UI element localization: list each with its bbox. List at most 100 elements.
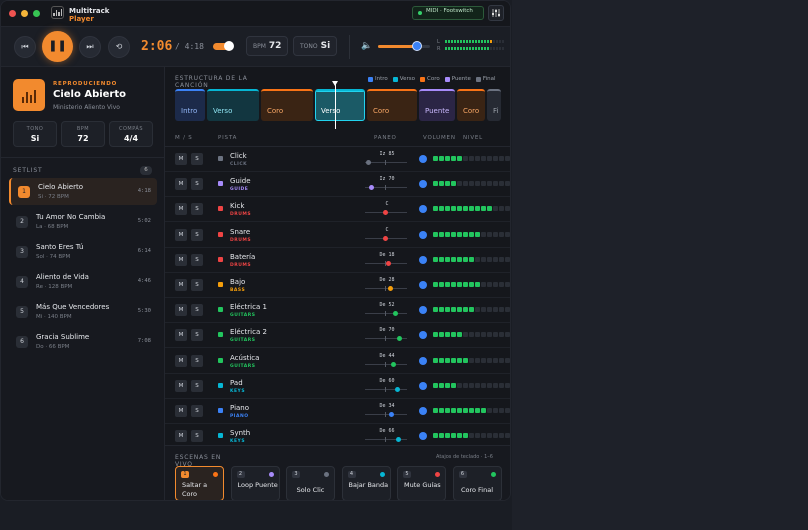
track-volume-knob[interactable] xyxy=(419,255,427,264)
pan-handle[interactable] xyxy=(392,311,398,317)
track-volume-knob[interactable] xyxy=(419,331,427,340)
scene-button[interactable]: 3 Solo Clic xyxy=(286,466,335,500)
pan-handle[interactable] xyxy=(382,235,388,241)
pan-handle[interactable] xyxy=(396,336,402,342)
solo-button[interactable]: S xyxy=(191,253,203,266)
track-volume-knob[interactable] xyxy=(419,205,427,214)
mute-button[interactable]: M xyxy=(175,405,187,417)
mute-button[interactable]: M xyxy=(175,279,187,291)
mute-button[interactable]: M xyxy=(175,304,187,317)
scene-button[interactable]: 6 Coro Final xyxy=(452,466,502,500)
section-intro[interactable]: Intro xyxy=(175,89,205,121)
section-coro[interactable]: Coro xyxy=(261,89,313,121)
pan-slider[interactable] xyxy=(365,361,407,367)
mute-button[interactable]: M xyxy=(175,329,187,342)
track-volume-knob[interactable] xyxy=(419,180,427,189)
pan-handle[interactable] xyxy=(395,437,401,443)
pan-handle[interactable] xyxy=(365,160,371,165)
section-final[interactable]: Fi xyxy=(487,89,501,121)
pan-slider[interactable] xyxy=(365,160,407,165)
mute-button[interactable]: M xyxy=(175,354,187,367)
solo-button[interactable]: S xyxy=(191,203,203,216)
scene-button[interactable]: 2 Loop Puente xyxy=(230,466,280,500)
track-volume-knob[interactable] xyxy=(419,381,427,390)
solo-button[interactable]: S xyxy=(191,379,203,392)
pan-value: C xyxy=(385,226,389,233)
pan-handle[interactable] xyxy=(382,210,388,216)
solo-button[interactable]: S xyxy=(191,304,203,317)
setlist-item[interactable]: 6 Gracia Sublime Do · 66 BPM 7:08 xyxy=(9,328,157,355)
pan-center-mark xyxy=(385,361,386,367)
pan-slider[interactable] xyxy=(365,437,407,443)
mute-button[interactable]: M xyxy=(175,178,187,191)
solo-button[interactable]: S xyxy=(191,178,203,191)
pan-slider[interactable] xyxy=(365,260,407,266)
mute-button[interactable]: M xyxy=(175,203,187,216)
track-volume-knob[interactable] xyxy=(419,432,427,441)
solo-button[interactable]: S xyxy=(191,405,203,417)
mixer-settings-button[interactable] xyxy=(488,5,504,21)
playhead[interactable] xyxy=(335,81,336,129)
previous-button[interactable]: ⏮ xyxy=(14,36,36,58)
master-volume-slider[interactable] xyxy=(378,41,430,51)
setlist-item[interactable]: 1 Cielo Abierto Si · 72 BPM 4:18 xyxy=(9,178,157,205)
mute-button[interactable]: M xyxy=(175,253,187,266)
setlist-item[interactable]: 5 Más Que Vencedores Mi · 140 BPM 5:30 xyxy=(9,298,157,325)
solo-button[interactable]: S xyxy=(191,279,203,291)
track-volume-knob[interactable] xyxy=(419,356,427,365)
mute-button[interactable]: M xyxy=(175,379,187,392)
pan-handle[interactable] xyxy=(391,361,397,367)
meter-segment xyxy=(475,40,477,43)
track-volume-knob[interactable] xyxy=(419,155,427,163)
scene-button[interactable]: 4 Bajar Banda xyxy=(341,466,391,500)
solo-button[interactable]: S xyxy=(191,153,203,165)
meter-segment xyxy=(451,47,453,50)
pan-slider[interactable] xyxy=(365,311,407,317)
loop-toggle[interactable] xyxy=(213,41,234,51)
track-volume-knob[interactable] xyxy=(419,306,427,315)
maximize-window-button[interactable] xyxy=(33,10,40,17)
solo-button[interactable]: S xyxy=(191,354,203,367)
meter-segment xyxy=(487,40,489,43)
solo-button[interactable]: S xyxy=(191,329,203,342)
setlist-item[interactable]: 4 Aliento de Vida Re · 128 BPM 4:46 xyxy=(9,268,157,295)
section-coro[interactable]: Coro xyxy=(367,89,417,121)
pan-slider[interactable] xyxy=(365,412,407,417)
section-verso[interactable]: Verso xyxy=(207,89,259,121)
pan-slider[interactable] xyxy=(365,286,407,291)
track-volume-knob[interactable] xyxy=(419,230,427,239)
pan-slider[interactable] xyxy=(365,185,407,191)
scene-button[interactable]: 1 Saltar a Coro xyxy=(175,466,224,500)
midi-status-badge[interactable]: MIDI · Footswitch xyxy=(412,6,484,20)
next-button[interactable]: ⏭ xyxy=(79,36,101,58)
section-coro[interactable]: Coro xyxy=(457,89,485,121)
mute-button[interactable]: M xyxy=(175,430,187,443)
pan-slider[interactable] xyxy=(365,336,407,342)
solo-button[interactable]: S xyxy=(191,228,203,241)
minimize-window-button[interactable] xyxy=(21,10,28,17)
pan-slider[interactable] xyxy=(365,235,407,241)
pan-handle[interactable] xyxy=(368,185,374,191)
setlist-item[interactable]: 2 Tu Amor No Cambia La · 68 BPM 5:02 xyxy=(9,208,157,235)
scene-button[interactable]: 5 Mute Guías xyxy=(397,466,446,500)
bpm-display[interactable]: BPM 72 xyxy=(246,36,289,56)
solo-button[interactable]: S xyxy=(191,430,203,443)
pan-handle[interactable] xyxy=(388,286,394,291)
pan-handle[interactable] xyxy=(394,386,400,392)
mute-button[interactable]: M xyxy=(175,153,187,165)
pan-handle[interactable] xyxy=(386,260,392,266)
pan-slider[interactable] xyxy=(365,210,407,216)
pause-button[interactable]: ❚❚ xyxy=(42,31,73,62)
track-volume-knob[interactable] xyxy=(419,281,427,289)
key-display[interactable]: TONO Si xyxy=(293,36,338,56)
section-puente[interactable]: Puente xyxy=(419,89,455,121)
master-volume-handle[interactable] xyxy=(412,41,422,51)
mute-button[interactable]: M xyxy=(175,228,187,241)
track-volume-knob[interactable] xyxy=(419,407,427,415)
loop-button[interactable]: ⟲ xyxy=(108,36,130,58)
pan-handle[interactable] xyxy=(389,412,395,417)
setlist-item[interactable]: 3 Santo Eres Tú Sol · 74 BPM 6:14 xyxy=(9,238,157,265)
section-verso[interactable]: Verso xyxy=(315,89,365,121)
pan-slider[interactable] xyxy=(365,386,407,392)
close-window-button[interactable] xyxy=(9,10,16,17)
